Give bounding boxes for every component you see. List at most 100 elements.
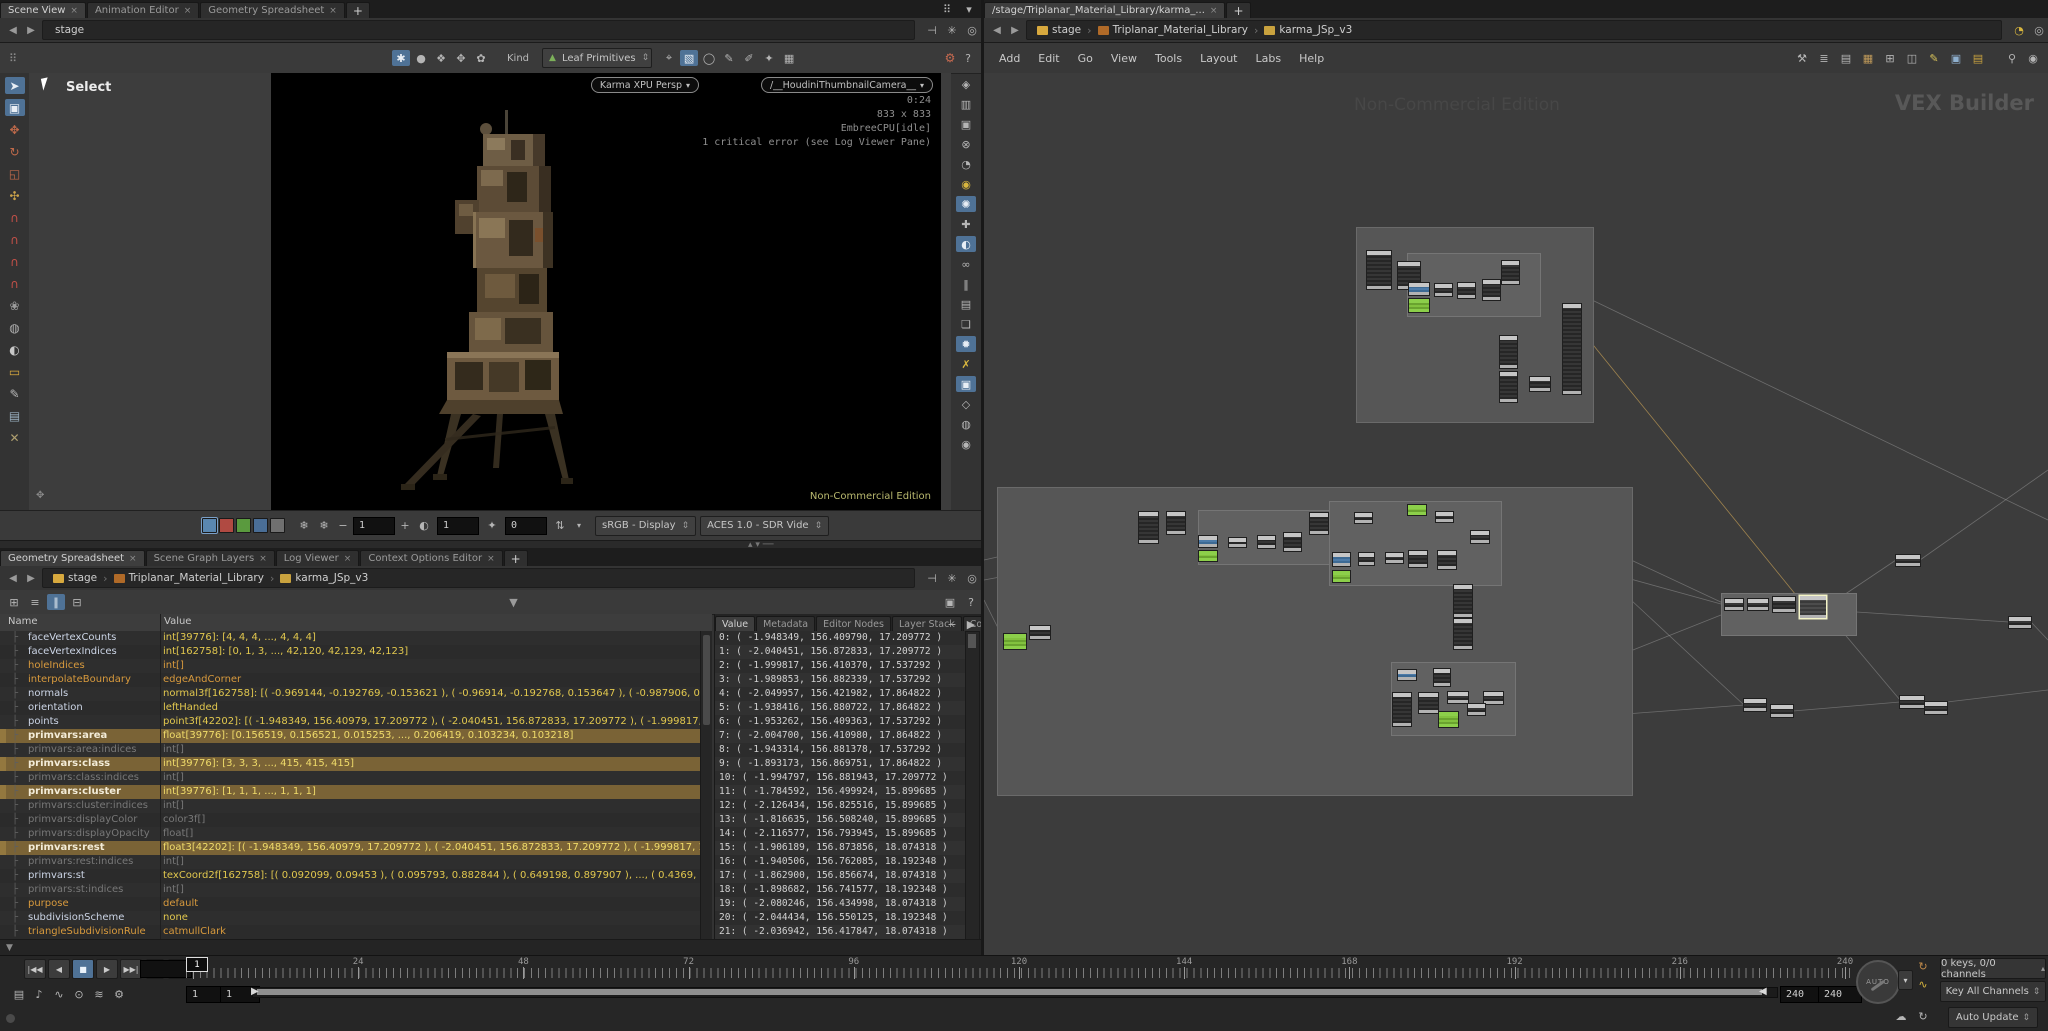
network-node[interactable]	[1434, 669, 1450, 686]
network-node[interactable]	[1408, 505, 1426, 515]
search-icon[interactable]: ⚲	[2003, 50, 2021, 66]
network-node[interactable]	[1333, 553, 1350, 566]
network-node[interactable]	[1925, 702, 1947, 714]
table-scrollbar[interactable]	[700, 631, 712, 939]
table-row[interactable]: ├primvars:clusterint[39776]: [1, 1, 1, .…	[0, 785, 712, 799]
network-node[interactable]	[1800, 596, 1826, 618]
list-mode-icon[interactable]: ≡	[26, 594, 44, 610]
tab-dropdown-icon[interactable]: ▾	[960, 1, 978, 17]
attribute-table[interactable]: ├faceVertexCountsint[39776]: [4, 4, 4, .…	[0, 631, 712, 939]
renderer-selector[interactable]: Karma XPU Persp ▾	[591, 77, 699, 93]
network-node[interactable]	[1502, 261, 1519, 284]
network-node[interactable]	[1199, 536, 1217, 547]
visibility-eye-icon[interactable]: ◉	[2024, 50, 2042, 66]
audio-icon[interactable]: ♪	[30, 986, 48, 1002]
menu-add[interactable]: Add	[990, 52, 1029, 65]
point-value-row[interactable]: 5: ( -1.938416, 156.880722, 17.864822 )	[715, 701, 965, 715]
pane-options-icon[interactable]: ◎	[963, 22, 981, 38]
column-mode-icon[interactable]: ∥	[47, 594, 65, 610]
table-row[interactable]: ├purposedefault	[0, 897, 712, 911]
translate-tool-icon[interactable]: ✥	[5, 121, 25, 138]
point-value-row[interactable]: 4: ( -2.049957, 156.421982, 17.864822 )	[715, 687, 965, 701]
point-value-row[interactable]: 17: ( -1.862900, 156.856674, 18.074318 )	[715, 869, 965, 883]
values-tab-value[interactable]: Value	[715, 616, 755, 631]
tab-overflow-icon[interactable]: ⠿	[938, 1, 956, 17]
network-node[interactable]	[1435, 284, 1452, 296]
network-node[interactable]	[1409, 299, 1429, 312]
playback-options-icon[interactable]: ⚙	[110, 986, 128, 1002]
network-node[interactable]	[1359, 553, 1374, 565]
playhead-flag[interactable]: 1	[186, 957, 208, 972]
network-node[interactable]	[1439, 712, 1458, 727]
network-node[interactable]	[1725, 599, 1743, 610]
snap-grid-magnet-icon[interactable]: ∩	[5, 209, 25, 226]
table-row[interactable]: ├orientationleftHanded	[0, 701, 712, 715]
breadcrumb-item-karma_jsp_v3[interactable]: karma_JSp_v3	[1260, 24, 1356, 36]
tab-close-icon[interactable]: ×	[129, 554, 137, 564]
stereo-glasses-icon[interactable]: ∞	[956, 256, 976, 272]
network-node[interactable]	[1030, 626, 1050, 639]
playback-range-slider[interactable]: ▶ ◀	[252, 987, 1778, 998]
network-node[interactable]	[1484, 692, 1503, 704]
construction-plane-icon[interactable]: ❀	[5, 297, 25, 314]
tab-close-icon[interactable]: ×	[1210, 6, 1218, 16]
lock-icon[interactable]: ▣	[941, 594, 959, 610]
nav-forward-icon[interactable]: ▶	[1008, 23, 1022, 37]
background-image-icon[interactable]: ▣	[1947, 50, 1965, 66]
network-node[interactable]	[1454, 585, 1472, 617]
select-parts-icon[interactable]: ✥	[452, 50, 470, 66]
auto-update-dropdown[interactable]: Auto Update ⇕	[1948, 1007, 2038, 1028]
new-tab-button[interactable]: +	[346, 2, 370, 18]
scale-tool-icon[interactable]: ◱	[5, 165, 25, 182]
table-row[interactable]: ├triangleSubdivisionRulecatmullClark	[0, 925, 712, 939]
table-row[interactable]: ├primvars:cluster:indicesint[]	[0, 799, 712, 813]
stop-button[interactable]: ■	[72, 959, 94, 979]
snap-point-magnet-icon[interactable]: ∩	[5, 231, 25, 248]
select-geometry-icon[interactable]: ❖	[432, 50, 450, 66]
value-column-header[interactable]: Value	[164, 616, 191, 627]
pane-options-icon[interactable]: ◎	[963, 570, 981, 586]
values-tab-editor-nodes[interactable]: Editor Nodes	[816, 616, 891, 631]
dither-icon[interactable]: ❄	[295, 518, 313, 534]
tab-scene-view[interactable]: Scene View×	[0, 2, 86, 18]
render-tool-icon[interactable]: ▤	[5, 407, 25, 424]
display-channel-swatch[interactable]	[219, 518, 234, 533]
menu-tools[interactable]: Tools	[1146, 52, 1191, 65]
exposure-field[interactable]: 1	[353, 517, 395, 535]
table-row[interactable]: ├primvars:restfloat3[42202]: [( -1.94834…	[0, 841, 712, 855]
no-snap-icon[interactable]: ✗	[956, 356, 976, 372]
network-node[interactable]	[1355, 513, 1372, 523]
point-values-list[interactable]: 0: ( -1.948349, 156.409790, 17.209772 )1…	[715, 631, 965, 955]
tick-marks-icon[interactable]: ≋	[90, 986, 108, 1002]
tab-close-icon[interactable]: ×	[259, 554, 267, 564]
table-row[interactable]: ├primvars:displayColorcolor3f[]	[0, 813, 712, 827]
gamma-plus-button[interactable]: +	[399, 518, 411, 534]
help-icon[interactable]: ?	[959, 50, 977, 66]
camera-selector[interactable]: /__HoudiniThumbnailCamera__ ▾	[761, 77, 933, 93]
network-node[interactable]	[1409, 283, 1429, 295]
network-node[interactable]	[1367, 251, 1391, 289]
delete-tool-icon[interactable]: ✕	[5, 429, 25, 446]
lasso-select-icon[interactable]: ◯	[700, 50, 718, 66]
tabs-scroll-left-icon[interactable]: −	[943, 616, 961, 632]
table-row[interactable]: ├primvars:areafloat[39776]: [0.156519, 0…	[0, 729, 712, 743]
network-node[interactable]	[1436, 512, 1453, 522]
display-channel-swatch[interactable]	[202, 518, 217, 533]
point-value-row[interactable]: 2: ( -1.999817, 156.410370, 17.537292 )	[715, 659, 965, 673]
network-node[interactable]	[1438, 551, 1456, 569]
tools-icon[interactable]: ⚒	[1793, 50, 1811, 66]
point-value-row[interactable]: 13: ( -1.816635, 156.508240, 15.899685 )	[715, 813, 965, 827]
network-node[interactable]	[1284, 533, 1301, 551]
image-planes-icon[interactable]: ▥	[956, 96, 976, 112]
table-row[interactable]: ├primvars:class:indicesint[]	[0, 771, 712, 785]
geometry-icon[interactable]: ◇	[956, 396, 976, 412]
point-value-row[interactable]: 8: ( -1.943314, 156.881378, 17.537292 )	[715, 743, 965, 757]
table-row[interactable]: ├primvars:displayOpacityfloat[]	[0, 827, 712, 841]
gamma-minus-button[interactable]: −	[337, 518, 349, 534]
network-node[interactable]	[1896, 555, 1920, 566]
network-node[interactable]	[1167, 512, 1185, 534]
scrollbar-thumb[interactable]	[968, 634, 976, 648]
display-adjust-icon[interactable]: ❏	[956, 316, 976, 332]
network-node[interactable]	[1471, 531, 1489, 543]
menu-labs[interactable]: Labs	[1247, 52, 1291, 65]
